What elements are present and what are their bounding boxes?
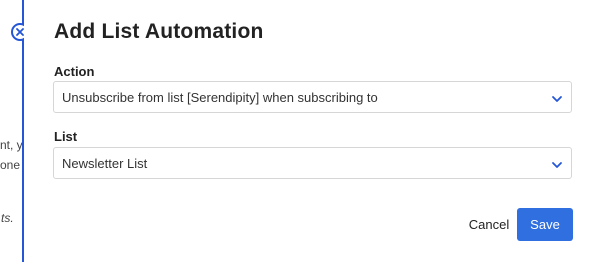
action-select-value: Unsubscribe from list [Serendipity] when… — [62, 90, 378, 105]
list-select-value: Newsletter List — [62, 156, 148, 171]
background-text-fragment: nt, y — [0, 138, 23, 152]
chevron-down-icon — [551, 92, 563, 104]
action-label: Action — [54, 64, 95, 79]
cancel-button[interactable]: Cancel — [458, 208, 520, 241]
add-list-automation-dialog: Add List Automation Action Unsubscribe f… — [24, 0, 600, 262]
action-select[interactable]: Unsubscribe from list [Serendipity] when… — [53, 81, 572, 113]
list-select[interactable]: Newsletter List — [53, 147, 572, 179]
close-icon — [16, 28, 24, 36]
background-text-fragment: one — [0, 158, 21, 172]
background-text-fragment: ts. — [1, 211, 14, 225]
chevron-down-icon — [551, 158, 563, 170]
list-label: List — [54, 129, 78, 144]
dialog-title: Add List Automation — [54, 20, 264, 43]
save-button[interactable]: Save — [517, 208, 573, 241]
